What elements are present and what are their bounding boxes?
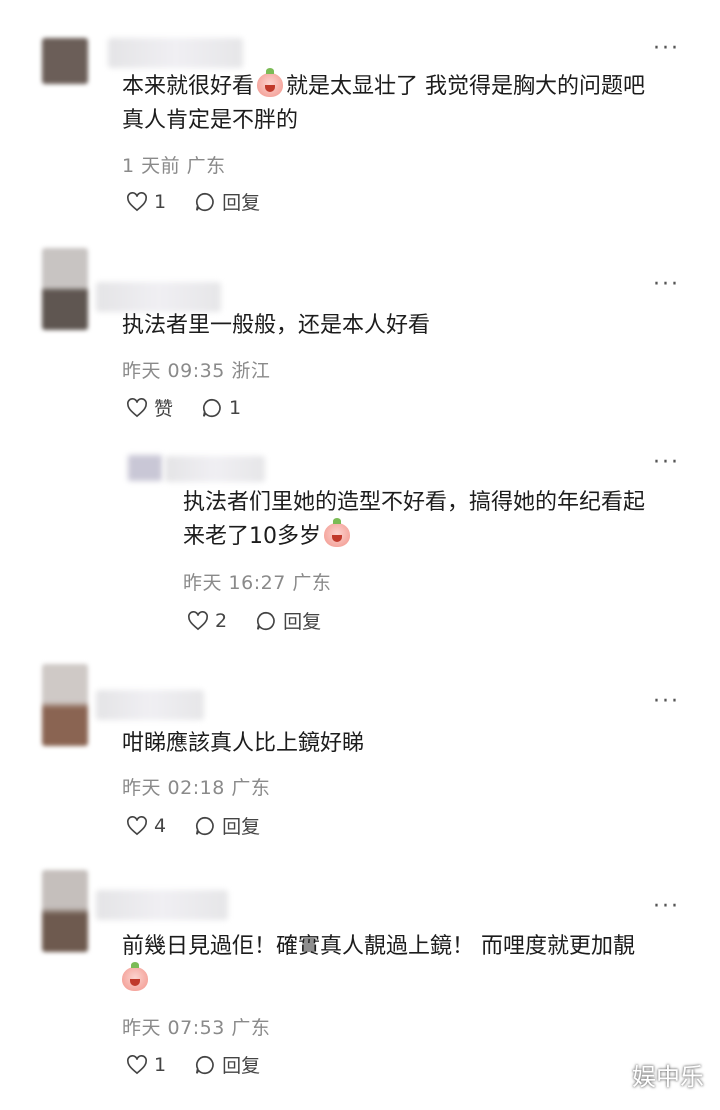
comment-meta: 昨天 02:18 广东 bbox=[122, 777, 271, 799]
reply-label: 回复 bbox=[222, 1055, 261, 1077]
heart-icon bbox=[188, 610, 208, 630]
avatar[interactable] bbox=[42, 248, 88, 330]
comment-text: 咁睇應該真人比上鏡好睇 bbox=[122, 731, 365, 756]
like-label: 赞 bbox=[154, 398, 174, 420]
like-count: 4 bbox=[154, 814, 167, 837]
comment-text: 本来就很好看 就是太显壮了 我觉得是胸大的问题吧 bbox=[122, 68, 646, 99]
heart-icon bbox=[127, 815, 147, 835]
more-icon[interactable]: ··· bbox=[653, 38, 680, 60]
comment-actions: 1 回复 bbox=[126, 1051, 288, 1078]
crying-emoji-icon bbox=[257, 68, 284, 97]
comment-meta: 1 天前 广东 bbox=[122, 155, 226, 177]
like-button[interactable]: 1 bbox=[126, 191, 166, 213]
more-icon[interactable]: ··· bbox=[653, 274, 680, 296]
comment-text: 前幾日見過佢！確實真人靚過上鏡！ 而哩度就更加靚 bbox=[122, 934, 635, 959]
like-button[interactable]: 1 bbox=[126, 1054, 166, 1076]
reply-button[interactable]: 回复 bbox=[194, 812, 260, 839]
reply-button[interactable]: 回复 bbox=[255, 607, 321, 634]
comment-text-line2 bbox=[122, 962, 151, 997]
comment-meta: 昨天 16:27 广东 bbox=[183, 572, 332, 594]
more-icon[interactable]: ··· bbox=[653, 896, 680, 918]
comment-meta: 昨天 07:53 广东 bbox=[122, 1017, 271, 1039]
username-blurred[interactable] bbox=[96, 690, 204, 720]
username-blurred[interactable] bbox=[96, 282, 221, 312]
comment-text: 执法者里一般般，还是本人好看 bbox=[122, 313, 431, 338]
comment-text-line2: 来老了10多岁 bbox=[183, 518, 353, 553]
comment-bubble-icon bbox=[196, 1055, 214, 1074]
like-button[interactable]: 4 bbox=[126, 815, 166, 837]
comment-meta: 昨天 09:35 浙江 bbox=[122, 360, 271, 382]
heart-icon bbox=[127, 397, 147, 417]
avatar[interactable] bbox=[128, 455, 162, 481]
heart-icon bbox=[127, 1054, 147, 1074]
comment-actions: 4 回复 bbox=[126, 812, 288, 839]
reply-label: 回复 bbox=[283, 611, 322, 633]
comment-actions: 赞 1 bbox=[126, 394, 269, 421]
avatar[interactable] bbox=[42, 870, 88, 952]
reply-label: 回复 bbox=[222, 192, 261, 214]
like-count: 2 bbox=[215, 609, 228, 632]
reply-button[interactable]: 回复 bbox=[194, 188, 260, 215]
comment-bubble-icon bbox=[202, 398, 221, 417]
more-icon[interactable]: ··· bbox=[653, 691, 680, 713]
username-blurred[interactable] bbox=[165, 456, 265, 482]
like-count: 1 bbox=[154, 190, 167, 213]
comment-bubble-icon bbox=[196, 192, 214, 211]
reply-button[interactable]: 回复 bbox=[194, 1051, 260, 1078]
like-button[interactable]: 2 bbox=[187, 610, 227, 632]
username-blurred[interactable] bbox=[96, 890, 228, 920]
crying-emoji-icon bbox=[122, 962, 148, 991]
reply-label: 回复 bbox=[222, 816, 261, 838]
comment-actions: 2 回复 bbox=[187, 607, 349, 634]
comment-text-line2: 真人肯定是不胖的 bbox=[122, 108, 299, 133]
heart-icon bbox=[127, 191, 147, 211]
more-icon[interactable]: ··· bbox=[653, 452, 680, 474]
avatar[interactable] bbox=[42, 664, 88, 746]
comment-bubble-icon bbox=[196, 816, 214, 835]
avatar[interactable] bbox=[42, 38, 88, 84]
reply-count: 1 bbox=[229, 396, 242, 419]
comment-text: 执法者们里她的造型不好看，搞得她的年纪看起 bbox=[183, 490, 646, 515]
like-button[interactable]: 赞 bbox=[126, 394, 173, 421]
comment-bubble-icon bbox=[257, 611, 275, 630]
reply-button[interactable]: 1 bbox=[201, 397, 241, 419]
comment-actions: 1 回复 bbox=[126, 188, 288, 215]
like-count: 1 bbox=[154, 1053, 167, 1076]
watermark: 娱中乐 bbox=[632, 1063, 704, 1091]
username-blurred[interactable] bbox=[108, 38, 243, 68]
crying-emoji-icon bbox=[324, 518, 350, 547]
